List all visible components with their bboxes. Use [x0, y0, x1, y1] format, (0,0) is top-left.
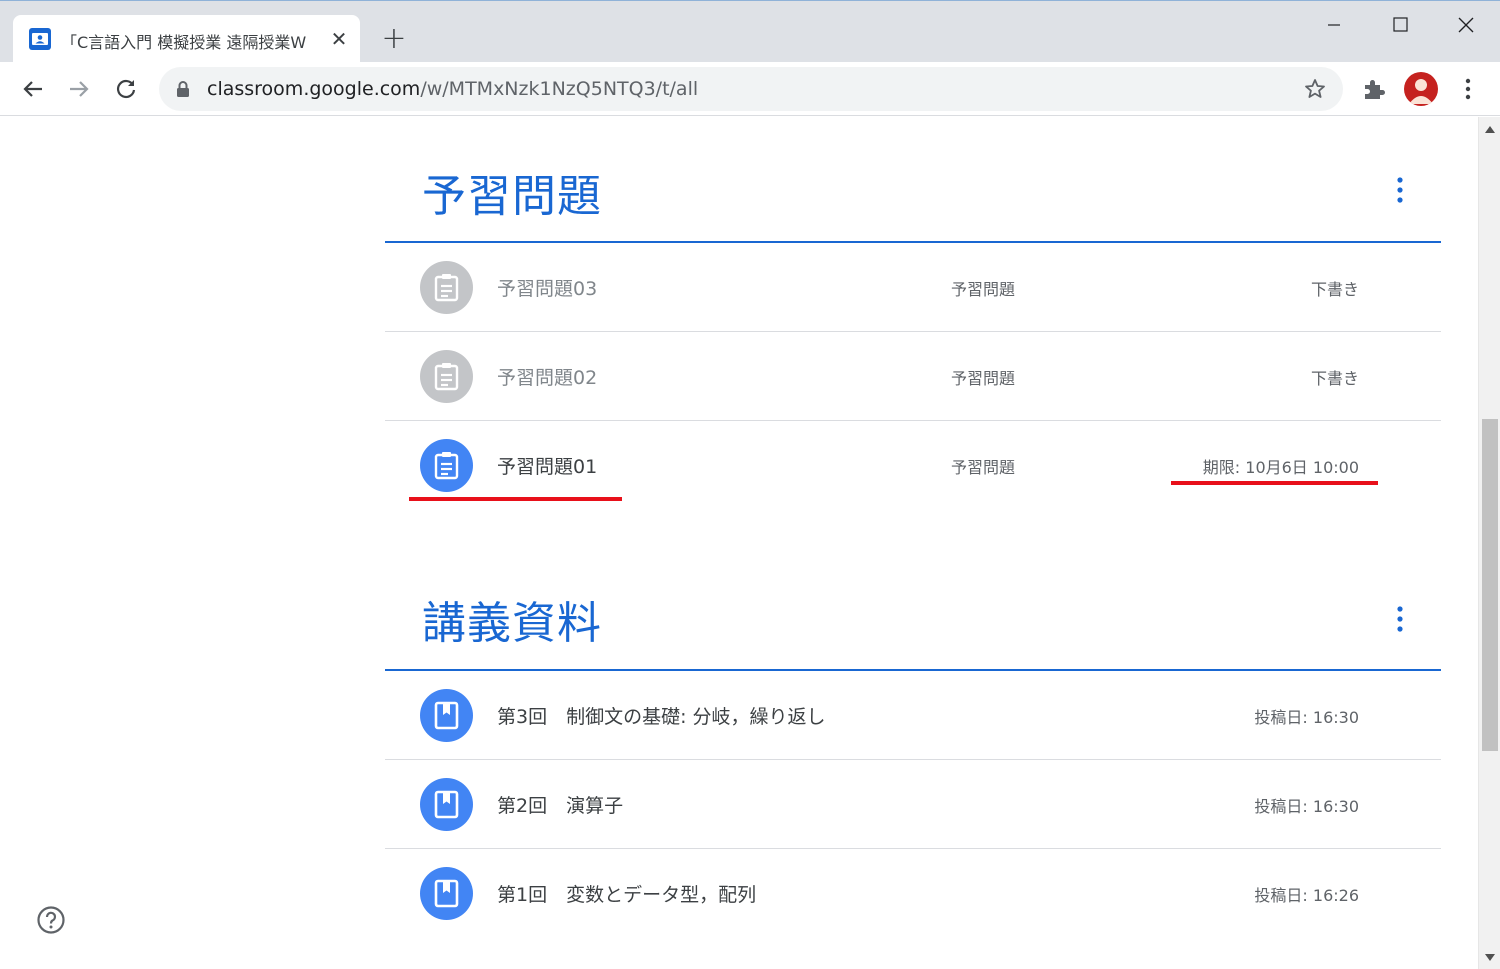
material-row[interactable]: 第3回 制御文の基礎: 分岐，繰り返し 投稿日: 16:30	[385, 671, 1441, 760]
clipboard-icon	[420, 439, 473, 492]
browser-titlebar: 「C言語入門 模擬授業 遠隔授業W ✕ +	[0, 0, 1500, 63]
forward-arrow-icon[interactable]	[64, 74, 94, 104]
book-icon	[420, 778, 473, 831]
section-title-preview: 予習問題	[422, 171, 602, 222]
reload-icon[interactable]	[111, 74, 141, 104]
material-posted-date: 投稿日: 16:26	[1254, 886, 1359, 905]
assignment-row[interactable]: 予習問題03 予習問題 下書き	[385, 243, 1441, 332]
assignment-topic: 予習問題	[951, 369, 1016, 388]
highlight-underline-due-date	[1171, 481, 1378, 485]
extensions-puzzle-icon[interactable]	[1361, 76, 1387, 102]
window-close-icon[interactable]	[1452, 11, 1480, 39]
assignment-row[interactable]: 予習問題02 予習問題 下書き	[385, 332, 1441, 421]
tab-close-icon[interactable]: ✕	[327, 27, 351, 51]
page-scrollbar[interactable]	[1478, 117, 1500, 969]
material-title: 第1回 変数とデータ型，配列	[497, 884, 757, 906]
assignment-title: 予習問題02	[497, 367, 598, 389]
new-tab-button[interactable]: +	[380, 24, 408, 54]
browser-toolbar: classroom.google.com/w/MTMxNzk1NzQ5NTQ3/…	[0, 62, 1500, 116]
book-icon	[420, 689, 473, 742]
assignment-topic: 予習問題	[951, 458, 1016, 477]
scrollbar-thumb[interactable]	[1482, 419, 1498, 751]
url-text[interactable]: classroom.google.com/w/MTMxNzk1NzQ5NTQ3/…	[207, 78, 698, 100]
maximize-icon[interactable]	[1386, 11, 1414, 39]
classroom-classwork-page: 予習問題 予習問題03 予習問題 下書き 予習問題02 予習問題 下書き 予習問…	[0, 117, 1478, 969]
highlight-underline-title	[409, 497, 622, 501]
help-circle-icon[interactable]	[36, 905, 66, 935]
classroom-favicon-icon	[29, 28, 51, 50]
assignment-title: 予習問題01	[497, 456, 598, 478]
address-bar[interactable]: classroom.google.com/w/MTMxNzk1NzQ5NTQ3/…	[159, 67, 1343, 111]
clipboard-icon	[420, 350, 473, 403]
book-icon	[420, 867, 473, 920]
material-row[interactable]: 第1回 変数とデータ型，配列 投稿日: 16:26	[385, 849, 1441, 938]
bookmark-star-icon[interactable]	[1303, 77, 1327, 101]
tab-title: 「C言語入門 模擬授業 遠隔授業W	[61, 33, 307, 52]
material-row[interactable]: 第2回 演算子 投稿日: 16:30	[385, 760, 1441, 849]
back-arrow-icon[interactable]	[18, 74, 48, 104]
material-title: 第2回 演算子	[497, 795, 624, 817]
assignment-topic: 予習問題	[951, 280, 1016, 299]
minimize-icon[interactable]	[1320, 11, 1348, 39]
section-more-options-icon[interactable]	[1389, 175, 1411, 205]
url-path: /w/MTMxNzk1NzQ5NTQ3/t/all	[420, 78, 699, 100]
scroll-up-arrow-icon[interactable]	[1485, 126, 1495, 133]
scroll-down-arrow-icon[interactable]	[1485, 954, 1495, 961]
browser-menu-kebab-icon[interactable]	[1456, 76, 1480, 102]
clipboard-icon	[420, 261, 473, 314]
url-host: classroom.google.com	[207, 78, 421, 100]
section-more-options-icon[interactable]	[1389, 604, 1411, 634]
material-posted-date: 投稿日: 16:30	[1254, 708, 1359, 727]
browser-tab[interactable]: 「C言語入門 模擬授業 遠隔授業W ✕	[13, 15, 360, 63]
section-title-materials: 講義資料	[422, 598, 602, 649]
lock-icon[interactable]	[175, 80, 191, 98]
assignment-status: 下書き	[1310, 369, 1359, 388]
profile-avatar[interactable]	[1404, 72, 1438, 106]
assignment-due-date: 期限: 10月6日 10:00	[1202, 458, 1359, 477]
material-posted-date: 投稿日: 16:30	[1254, 797, 1359, 816]
assignment-title: 予習問題03	[497, 278, 598, 300]
assignment-status: 下書き	[1310, 280, 1359, 299]
material-title: 第3回 制御文の基礎: 分岐，繰り返し	[497, 706, 826, 728]
